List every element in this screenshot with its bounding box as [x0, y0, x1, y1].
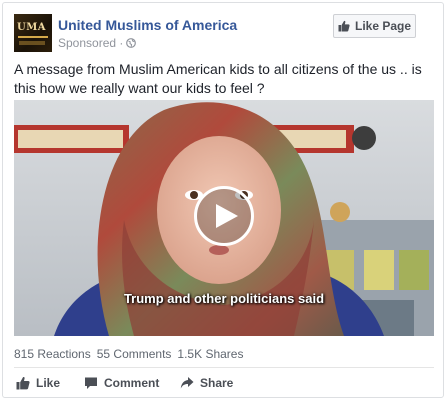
action-bar: Like Comment Share [14, 372, 434, 394]
comment-label: Comment [104, 376, 160, 390]
reactions-count[interactable]: 815 Reactions [14, 347, 91, 361]
play-icon [215, 204, 238, 228]
sponsored-label: Sponsored · [58, 36, 137, 50]
play-button[interactable] [194, 186, 254, 246]
sponsored-post-card: UMA United Muslims of America Sponsored … [2, 2, 444, 398]
like-label: Like [36, 376, 61, 390]
like-button[interactable]: Like [16, 372, 60, 394]
page-avatar[interactable]: UMA [14, 14, 52, 52]
comments-count[interactable]: 55 Comments [97, 347, 172, 361]
share-icon [180, 377, 194, 389]
comment-icon [85, 377, 97, 389]
like-page-label: Like Page [354, 19, 412, 33]
video-caption: Trump and other politicians said [123, 291, 325, 306]
comment-button[interactable]: Comment [84, 372, 159, 394]
divider [14, 367, 434, 368]
sponsored-text: Sponsored · [58, 36, 124, 50]
video-player[interactable]: Trump and other politicians said [14, 100, 434, 336]
share-label: Share [200, 376, 234, 390]
like-page-button[interactable]: Like Page [333, 14, 416, 38]
share-button[interactable]: Share [180, 372, 233, 394]
post-message: A message from Muslim American kids to a… [14, 61, 422, 96]
page-name-link[interactable]: United Muslims of America [58, 17, 237, 33]
page-logo-icon: UMA [17, 22, 47, 33]
globe-icon [126, 38, 137, 48]
thumbs-up-icon [16, 377, 30, 390]
thumbs-up-icon [338, 20, 350, 32]
shares-count[interactable]: 1.5K Shares [177, 347, 243, 361]
engagement-stats: 815 Reactions 55 Comments 1.5K Shares [14, 347, 243, 361]
